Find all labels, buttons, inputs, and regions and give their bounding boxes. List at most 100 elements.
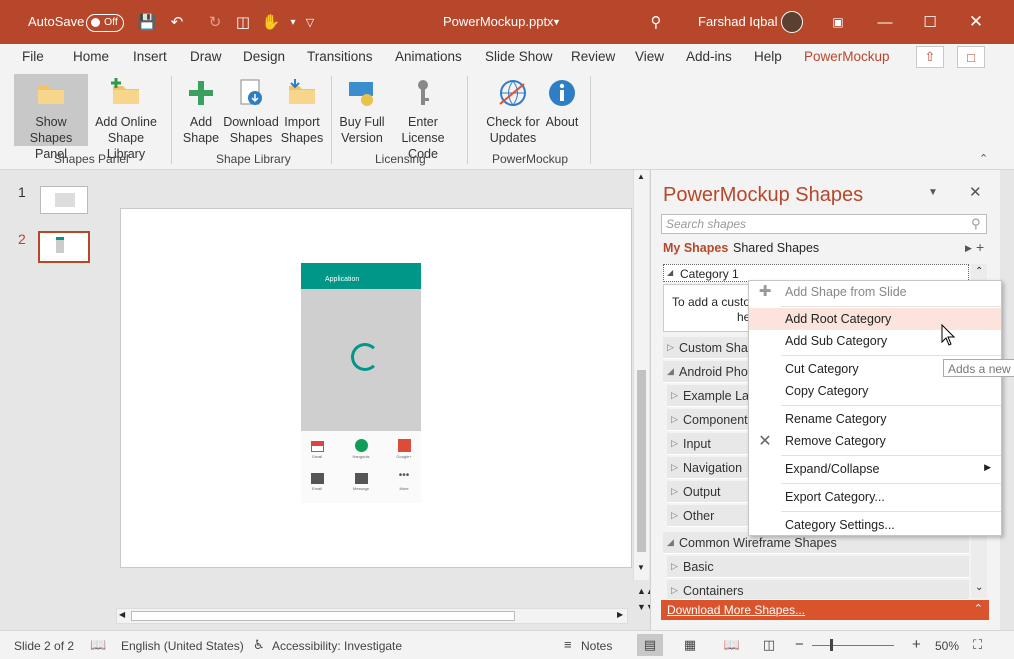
menu-remove-category[interactable]: ✕ Remove Category	[749, 430, 1001, 452]
menu-add-sub-category[interactable]: Add Sub Category	[749, 330, 1001, 352]
tree-containers[interactable]: ▷ Containers	[667, 580, 969, 600]
redo-icon[interactable]: ↻	[201, 8, 229, 36]
slide-sorter-icon[interactable]: ▦	[677, 634, 703, 656]
present-icon[interactable]: ◫	[229, 8, 257, 36]
tree-basic[interactable]: ▷ Basic	[667, 556, 969, 578]
scroll-left-icon[interactable]: ◀	[119, 610, 125, 619]
tab-help[interactable]: Help	[754, 49, 782, 64]
show-shapes-panel-button[interactable]: Show Shapes Panel	[14, 74, 88, 161]
collapse-ribbon-icon[interactable]: ⌃	[979, 152, 988, 165]
menu-add-root-category[interactable]: Add Root Category	[749, 308, 1001, 330]
tab-shared-shapes[interactable]: Shared Shapes	[733, 241, 819, 255]
user-name[interactable]: Farshad Iqbal	[698, 14, 778, 29]
notes-icon[interactable]: ≡	[564, 637, 572, 652]
about-button[interactable]: About	[542, 74, 582, 146]
document-title[interactable]: PowerMockup.pptx	[443, 14, 554, 29]
tab-my-shapes[interactable]: My Shapes	[663, 241, 728, 255]
scroll-up-icon[interactable]: ▲	[637, 172, 645, 181]
pane-scroll-up-icon[interactable]: ⌃	[975, 266, 983, 277]
pane-options-icon[interactable]: ▼	[928, 187, 938, 198]
tab-animations[interactable]: Animations	[395, 49, 462, 64]
fit-to-window-icon[interactable]: ⛶	[973, 637, 982, 653]
tab-view[interactable]: View	[635, 49, 664, 64]
horizontal-scroll-thumb[interactable]	[131, 611, 515, 621]
spelling-icon[interactable]: 📖	[90, 637, 106, 653]
tab-draw[interactable]: Draw	[190, 49, 222, 64]
normal-view-icon[interactable]: ▤	[637, 634, 663, 656]
check-updates-button[interactable]: Check for Updates	[484, 74, 542, 146]
enter-license-button[interactable]: Enter License Code	[386, 74, 460, 161]
tab-slide-show[interactable]: Slide Show	[485, 49, 553, 64]
tab-next-icon[interactable]: ▶	[965, 243, 972, 254]
editor-horizontal-scrollbar[interactable]: ◀ ▶	[116, 608, 628, 624]
editor-vertical-scrollbar[interactable]: ▲ ▼	[633, 170, 649, 580]
undo-icon[interactable]: ↶	[163, 8, 191, 36]
zoom-slider-thumb[interactable]	[830, 639, 833, 651]
vertical-scroll-thumb[interactable]	[637, 370, 646, 552]
menu-rename-category[interactable]: Rename Category	[749, 408, 1001, 430]
scroll-right-icon[interactable]: ▶	[617, 610, 623, 619]
tab-transitions[interactable]: Transitions	[307, 49, 373, 64]
add-shape-button[interactable]: Add Shape	[180, 74, 222, 146]
category-context-menu: ✚ Add Shape from Slide Add Root Category …	[748, 280, 1002, 536]
buy-full-version-button[interactable]: Buy Full Version	[338, 74, 386, 146]
slideshow-view-icon[interactable]: ◫	[756, 634, 782, 656]
autosave-toggle[interactable]: Off	[86, 14, 124, 32]
search-icon[interactable]: ⚲	[642, 8, 670, 36]
download-more-shapes-link[interactable]: Download More Shapes... ⌃	[661, 600, 989, 620]
email-app: Email	[306, 473, 328, 491]
tab-home[interactable]: Home	[73, 49, 109, 64]
zoom-level[interactable]: 50%	[935, 639, 959, 653]
ribbon-display-icon[interactable]: ▣	[824, 8, 852, 36]
app-bar: Application	[301, 263, 421, 289]
import-shapes-button[interactable]: Import Shapes	[280, 74, 324, 146]
collapse-download-icon[interactable]: ⌃	[974, 602, 983, 615]
add-online-library-button[interactable]: Add Online Shape Library	[90, 74, 162, 161]
group-label-licensing: Licensing	[375, 152, 426, 166]
title-chevron-icon[interactable]: ▼	[552, 17, 561, 27]
slide-canvas[interactable]: Application Gmail Hangouts Google+ Email…	[120, 208, 632, 568]
save-icon[interactable]: 💾	[133, 8, 161, 36]
phone-mockup[interactable]: Application Gmail Hangouts Google+ Email…	[301, 263, 421, 503]
share-icon[interactable]: ⇧	[916, 46, 944, 68]
avatar[interactable]	[781, 11, 803, 33]
pane-scroll-down-icon[interactable]: ⌄	[975, 582, 983, 593]
mouse-cursor-icon	[941, 324, 955, 346]
submenu-arrow-icon: ▶	[984, 462, 991, 472]
key-icon	[418, 80, 429, 105]
search-input[interactable]: Search shapes	[661, 214, 987, 234]
tab-design[interactable]: Design	[243, 49, 285, 64]
download-shapes-button[interactable]: Download Shapes	[222, 74, 280, 146]
globe-icon	[499, 80, 526, 106]
minimize-icon[interactable]: —	[871, 8, 899, 36]
slide-thumbnail-2[interactable]	[38, 231, 90, 263]
qat-more-icon[interactable]: ▽	[296, 8, 324, 36]
notes-button[interactable]: Notes	[581, 639, 612, 653]
pane-close-icon[interactable]: ✕	[969, 183, 982, 201]
tab-insert[interactable]: Insert	[133, 49, 167, 64]
slide-counter: Slide 2 of 2	[14, 639, 75, 653]
language-status[interactable]: English (United States)	[121, 639, 244, 653]
zoom-in-icon[interactable]: +	[912, 636, 921, 653]
tab-file[interactable]: File	[22, 49, 44, 64]
add-tab-icon[interactable]: +	[976, 239, 984, 255]
zoom-slider[interactable]	[812, 645, 894, 646]
maximize-icon[interactable]: ☐	[916, 8, 944, 36]
slide-thumbnail-1[interactable]	[40, 186, 88, 214]
tab-add-ins[interactable]: Add-ins	[686, 49, 732, 64]
zoom-out-icon[interactable]: −	[795, 636, 804, 653]
menu-add-shape-from-slide[interactable]: ✚ Add Shape from Slide	[749, 281, 1001, 303]
menu-expand-collapse[interactable]: Expand/Collapse ▶	[749, 458, 1001, 480]
menu-category-settings[interactable]: Category Settings...	[749, 514, 1001, 536]
scroll-down-icon[interactable]: ▼	[637, 563, 645, 572]
pane-title: PowerMockup Shapes	[663, 184, 864, 206]
tab-powermockup[interactable]: PowerMockup	[804, 49, 890, 73]
menu-export-category[interactable]: Export Category...	[749, 486, 1001, 508]
accessibility-status[interactable]: Accessibility: Investigate	[272, 639, 402, 653]
tab-review[interactable]: Review	[571, 49, 615, 64]
comments-icon[interactable]: □	[957, 46, 985, 68]
accessibility-icon[interactable]: ♿	[253, 637, 265, 653]
menu-copy-category[interactable]: Copy Category	[749, 380, 1001, 402]
close-icon[interactable]: ✕	[962, 8, 990, 36]
reading-view-icon[interactable]: 📖	[719, 634, 745, 656]
